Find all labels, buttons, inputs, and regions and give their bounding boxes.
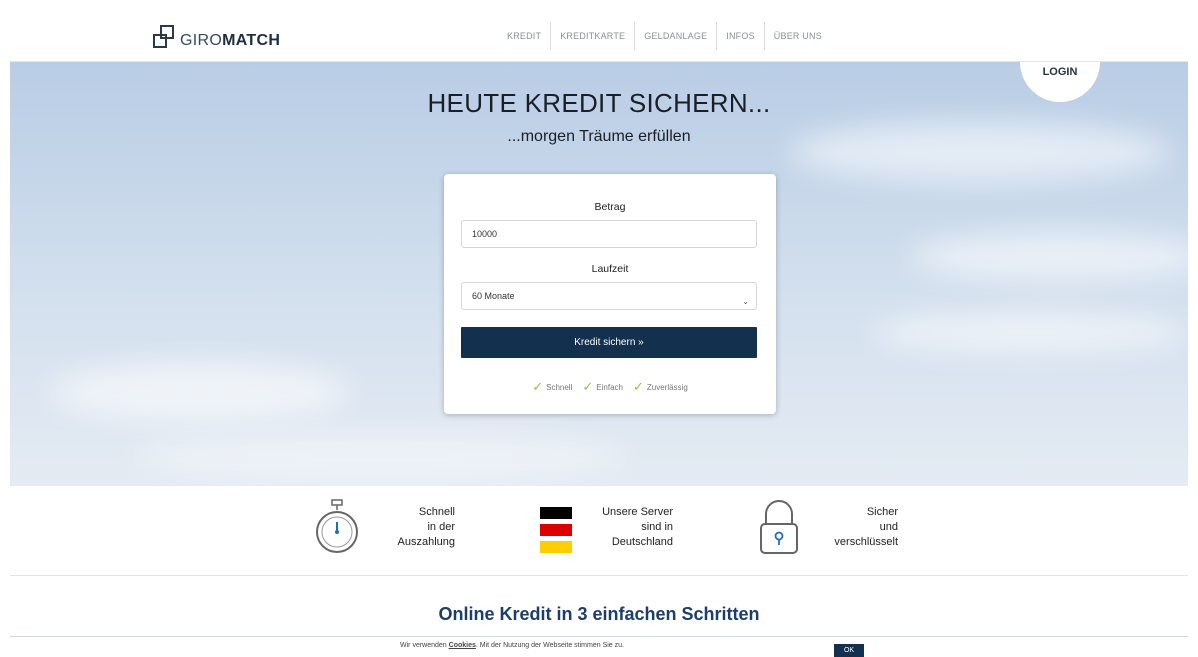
cookie-link[interactable]: Cookies: [449, 642, 476, 649]
section-title: Online Kredit in 3 einfachen Schritten: [438, 604, 760, 624]
hero-title: HEUTE KREDIT SICHERN...: [427, 88, 771, 118]
feature-item: ✓ Schnell: [532, 379, 573, 394]
cookie-text-before: Wir verwenden: [400, 642, 449, 649]
nav-item-geldanlage[interactable]: GELDANLAGE: [634, 22, 716, 50]
padlock-icon: [760, 500, 798, 554]
sky-cloud: [50, 362, 350, 422]
checkmark-icon: ✓: [632, 379, 644, 394]
usp-line: Schnell: [418, 506, 455, 518]
usp-line: sind in: [641, 521, 673, 533]
usp-line: in der: [427, 521, 455, 533]
checkmark-icon: ✓: [582, 379, 594, 394]
usp-line: Deutschland: [611, 536, 673, 548]
amount-input[interactable]: 10000: [461, 220, 757, 248]
nav-item-infos[interactable]: INFOS: [716, 22, 764, 50]
term-label: Laufzeit: [591, 263, 629, 275]
sky-cloud: [870, 312, 1188, 352]
checkmark-icon: ✓: [532, 379, 544, 394]
amount-label: Betrag: [594, 201, 626, 213]
feature-label: Zuverlässig: [646, 382, 688, 392]
term-select-value: 60 Monate: [472, 291, 515, 301]
cookie-text-after: . Mit der Nutzung der Webseite stimmen S…: [475, 642, 624, 649]
usp-strip: Schnell in der Auszahlung Unsere Server …: [10, 486, 1188, 576]
cookie-ok-button[interactable]: OK: [834, 644, 864, 657]
site-header: GIROMATCH KREDIT KREDITKARTE GELDANLAGE …: [10, 10, 1188, 62]
cookie-text: Wir verwenden Cookies. Mit der Nutzung d…: [400, 642, 624, 649]
chevron-down-icon: ⌄: [742, 297, 749, 306]
usp-servers-text: Unsere Server sind in Deutschland: [578, 505, 673, 550]
sky-cloud: [130, 432, 630, 482]
feature-item: ✓ Einfach: [582, 379, 623, 394]
giromatch-logo-icon: [153, 25, 174, 48]
usp-line: Auszahlung: [397, 536, 456, 548]
stopwatch-icon: [316, 499, 358, 553]
usp-line: und: [879, 521, 898, 533]
logo-text: GIROMATCH: [180, 32, 281, 49]
loan-form: Betrag 10000 Laufzeit 60 Monate ⌄ Kredit…: [444, 174, 776, 414]
usp-line: Sicher: [866, 506, 898, 518]
usp-fast-payout: Schnell in der Auszahlung: [310, 486, 470, 576]
usp-line: Unsere Server: [602, 506, 673, 518]
nav-item-ueber-uns[interactable]: ÜBER UNS: [763, 22, 831, 50]
usp-fast-text: Schnell in der Auszahlung: [375, 505, 456, 550]
feature-label: Einfach: [596, 382, 623, 392]
usp-german-servers: Unsere Server sind in Deutschland: [538, 486, 688, 576]
hero-subtitle: ...morgen Träume erfüllen: [507, 128, 691, 145]
main-nav: KREDIT KREDITKARTE GELDANLAGE INFOS ÜBER…: [498, 22, 831, 50]
usp-secure-text: Sicher und verschlüsselt: [803, 505, 898, 550]
nav-item-kreditkarte[interactable]: KREDITKARTE: [550, 22, 634, 50]
feature-label: Schnell: [546, 382, 573, 392]
cookie-bar: Wir verwenden Cookies. Mit der Nutzung d…: [10, 636, 1188, 657]
logo[interactable]: GIROMATCH: [153, 24, 280, 50]
flag-stripe-red: [540, 524, 572, 536]
feature-list: ✓ Schnell ✓ Einfach ✓ Zuverlässig: [444, 379, 776, 394]
term-select[interactable]: 60 Monate ⌄: [461, 282, 757, 310]
usp-secure: Sicher und verschlüsselt: [758, 486, 908, 576]
hero-section: LOGIN HEUTE KREDIT SICHERN... ...morgen …: [10, 62, 1188, 486]
sky-cloud: [910, 232, 1188, 282]
usp-line: verschlüsselt: [834, 536, 898, 548]
flag-stripe-gold: [540, 541, 572, 553]
nav-item-kredit[interactable]: KREDIT: [498, 22, 550, 50]
flag-stripe-black: [540, 507, 572, 519]
feature-item: ✓ Zuverlässig: [632, 379, 688, 394]
submit-loan-button[interactable]: Kredit sichern »: [461, 327, 757, 358]
